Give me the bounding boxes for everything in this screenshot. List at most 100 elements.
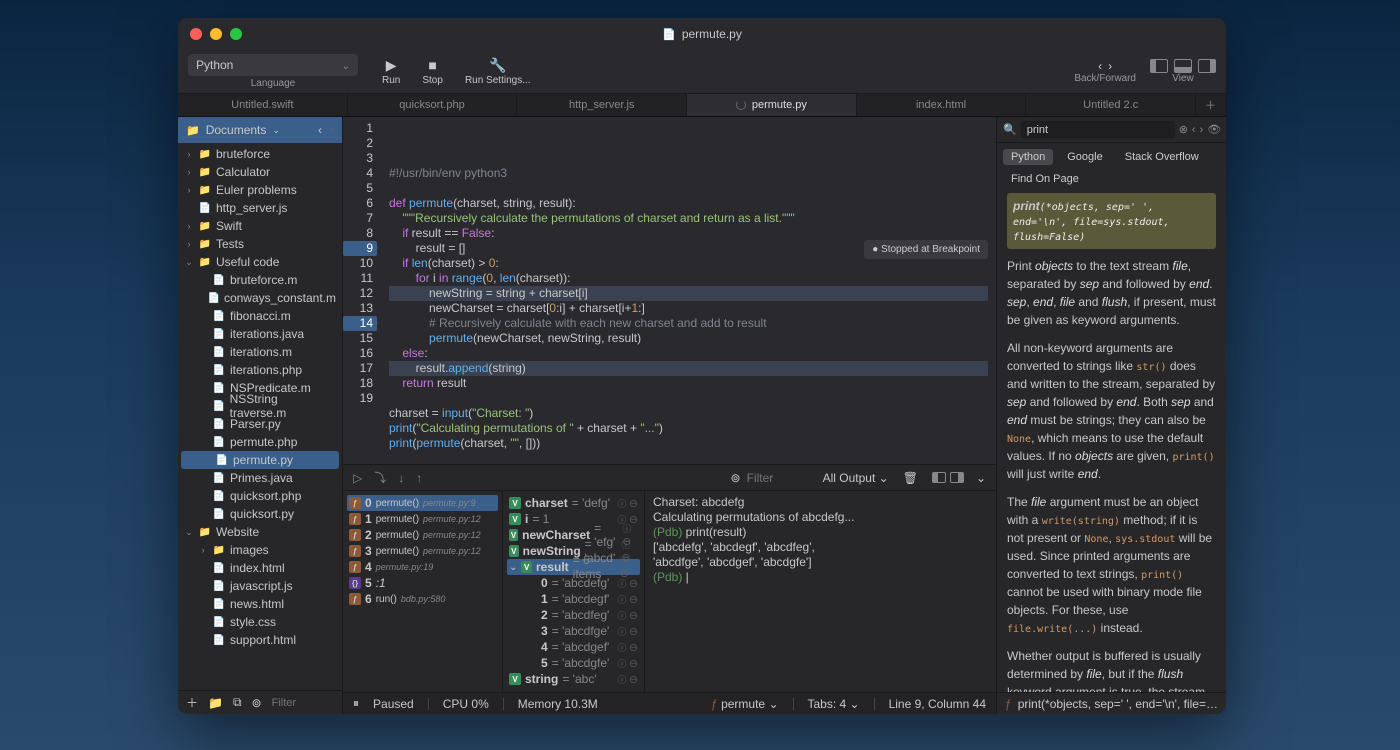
collapse-button[interactable]: ⌄ [976, 471, 986, 485]
file-iterations.m[interactable]: iterations.m [178, 343, 342, 361]
debug-filter-input[interactable] [747, 471, 807, 485]
step-into-button[interactable]: ↓ [398, 471, 404, 485]
code-editor[interactable]: 12345678910111213141516171819 ● Stopped … [343, 117, 996, 464]
function-indicator[interactable]: ƒ permute ⌄ [711, 697, 778, 711]
folder-Euler problems[interactable]: ›Euler problems [178, 181, 342, 199]
pause-icon[interactable]: ⏸ [353, 696, 359, 711]
close-button[interactable] [190, 28, 202, 40]
clear-console-button[interactable]: 🗑 [903, 471, 918, 485]
tab-http_server.js[interactable]: http_server.js [517, 94, 687, 116]
doc-tab-Find On Page[interactable]: Find On Page [1003, 171, 1087, 187]
folder-Website[interactable]: ⌄Website [178, 523, 342, 541]
tab-Untitled.swift[interactable]: Untitled.swift [178, 94, 348, 116]
nav-fwd-icon[interactable]: › [330, 123, 334, 137]
stack-frame-4[interactable]: ƒ4 permute.py:19 [347, 559, 498, 575]
file-javascript.js[interactable]: javascript.js [178, 577, 342, 595]
var-4[interactable]: 4 = 'abcdgef'ⓘ ⊖ [507, 639, 640, 655]
folder-Useful code[interactable]: ⌄Useful code [178, 253, 342, 271]
stack-frame-6[interactable]: ƒ6 run() bdb.py:580 [347, 591, 498, 607]
var-i[interactable]: Vi = 1ⓘ ⊖ [507, 511, 640, 527]
variables-panel[interactable]: Vcharset = 'defg'ⓘ ⊖Vi = 1ⓘ ⊖VnewCharset… [503, 491, 645, 692]
terminal-button[interactable]: ⧉ [233, 695, 242, 710]
stack-frame-0[interactable]: ƒ0 permute() permute.py:9 [347, 495, 498, 511]
var-2[interactable]: 2 = 'abcdfeg'ⓘ ⊖ [507, 607, 640, 623]
search-next-button[interactable]: › [1200, 124, 1204, 136]
var-0[interactable]: 0 = 'abcdefg'ⓘ ⊖ [507, 575, 640, 591]
file-news.html[interactable]: news.html [178, 595, 342, 613]
stack-frame-3[interactable]: ƒ3 permute() permute.py:12 [347, 543, 498, 559]
file-http_server.js[interactable]: http_server.js [178, 199, 342, 217]
var-5[interactable]: 5 = 'abcdgfe'ⓘ ⊖ [507, 655, 640, 671]
step-over-button[interactable]: ⤵ [374, 469, 386, 486]
file-style.css[interactable]: style.css [178, 613, 342, 631]
sidebar-header[interactable]: Documents ⌄ ‹ › [178, 117, 342, 143]
file-tree[interactable]: ›bruteforce›Calculator›Euler problemshtt… [178, 143, 342, 690]
zoom-button[interactable] [230, 28, 242, 40]
back-button[interactable]: ‹ [1098, 59, 1102, 73]
stack-frame-5[interactable]: {}5 :1 [347, 575, 498, 591]
var-3[interactable]: 3 = 'abcdfge'ⓘ ⊖ [507, 623, 640, 639]
gutter[interactable]: 12345678910111213141516171819 [343, 117, 381, 464]
file-bruteforce.m[interactable]: bruteforce.m [178, 271, 342, 289]
call-stack[interactable]: ƒ0 permute() permute.py:9ƒ1 permute() pe… [343, 491, 503, 692]
new-folder-button[interactable]: 📁 [208, 696, 223, 710]
folder-bruteforce[interactable]: ›bruteforce [178, 145, 342, 163]
toggle-left-panel[interactable] [1150, 59, 1168, 73]
minimize-button[interactable] [210, 28, 222, 40]
folder-Calculator[interactable]: ›Calculator [178, 163, 342, 181]
file-fibonacci.m[interactable]: fibonacci.m [178, 307, 342, 325]
run-button[interactable]: ▶ Run [382, 57, 400, 86]
var-newCharset[interactable]: VnewCharset = 'efg'ⓘ ⊖ [507, 527, 640, 543]
stop-button[interactable]: ■ Stop [422, 57, 443, 86]
tabs-indicator[interactable]: Tabs: 4 ⌄ [808, 697, 860, 711]
file-NSString traverse.m[interactable]: NSString traverse.m [178, 397, 342, 415]
file-iterations.java[interactable]: iterations.java [178, 325, 342, 343]
doc-content[interactable]: print(*objects, sep=' ', end='\n', file=… [997, 193, 1226, 692]
tab-Untitled 2.c[interactable]: Untitled 2.c [1026, 94, 1196, 116]
toggle-bottom-panel[interactable] [1174, 59, 1192, 73]
code-area[interactable]: ● Stopped at Breakpoint #!/usr/bin/env p… [381, 117, 996, 464]
output-mode-select[interactable]: All Output ⌄ [823, 471, 889, 485]
pane-toggle-2[interactable] [950, 472, 964, 483]
eye-icon[interactable]: 👁 [1207, 123, 1221, 136]
var-result[interactable]: ⌄ Vresult = 6 itemsⓘ ⊖ [507, 559, 640, 575]
add-file-button[interactable]: ＋ [186, 694, 198, 711]
var-charset[interactable]: Vcharset = 'defg'ⓘ ⊖ [507, 495, 640, 511]
file-quicksort.php[interactable]: quicksort.php [178, 487, 342, 505]
tab-index.html[interactable]: index.html [857, 94, 1027, 116]
stack-frame-2[interactable]: ƒ2 permute() permute.py:12 [347, 527, 498, 543]
folder-Tests[interactable]: ›Tests [178, 235, 342, 253]
folder-images[interactable]: ›images [178, 541, 342, 559]
step-out-button[interactable]: ↑ [416, 471, 422, 485]
tab-quicksort.php[interactable]: quicksort.php [348, 94, 518, 116]
doc-tab-Google[interactable]: Google [1059, 149, 1110, 165]
doc-tab-Stack Overflow[interactable]: Stack Overflow [1117, 149, 1207, 165]
doc-tab-Python[interactable]: Python [1003, 149, 1053, 165]
file-permute.py[interactable]: permute.py [181, 451, 339, 469]
language-select[interactable]: Python [188, 54, 358, 76]
new-tab-button[interactable]: ＋ [1196, 94, 1226, 116]
gear-icon[interactable]: ⚙ [1225, 123, 1226, 136]
file-iterations.php[interactable]: iterations.php [178, 361, 342, 379]
file-Primes.java[interactable]: Primes.java [178, 469, 342, 487]
toggle-right-panel[interactable] [1198, 59, 1216, 73]
file-quicksort.py[interactable]: quicksort.py [178, 505, 342, 523]
folder-Swift[interactable]: ›Swift [178, 217, 342, 235]
run-settings-button[interactable]: 🔧 Run Settings... [465, 57, 531, 86]
file-index.html[interactable]: index.html [178, 559, 342, 577]
doc-search-input[interactable] [1021, 121, 1175, 139]
tab-permute.py[interactable]: permute.py [687, 94, 857, 116]
nav-back-icon[interactable]: ‹ [318, 123, 322, 137]
continue-button[interactable]: ▷ [353, 471, 362, 485]
file-conways_constant.m[interactable]: conways_constant.m [178, 289, 342, 307]
forward-button[interactable]: › [1108, 59, 1112, 73]
stack-frame-1[interactable]: ƒ1 permute() permute.py:12 [347, 511, 498, 527]
clear-search-button[interactable]: ⊗ [1179, 123, 1188, 136]
var-string[interactable]: Vstring = 'abc'ⓘ ⊖ [507, 671, 640, 687]
debug-console[interactable]: Charset: abcdefgCalculating permutations… [645, 491, 996, 692]
pane-toggle-1[interactable] [932, 472, 946, 483]
var-1[interactable]: 1 = 'abcdegf'ⓘ ⊖ [507, 591, 640, 607]
file-permute.php[interactable]: permute.php [178, 433, 342, 451]
file-support.html[interactable]: support.html [178, 631, 342, 649]
search-prev-button[interactable]: ‹ [1192, 124, 1196, 136]
